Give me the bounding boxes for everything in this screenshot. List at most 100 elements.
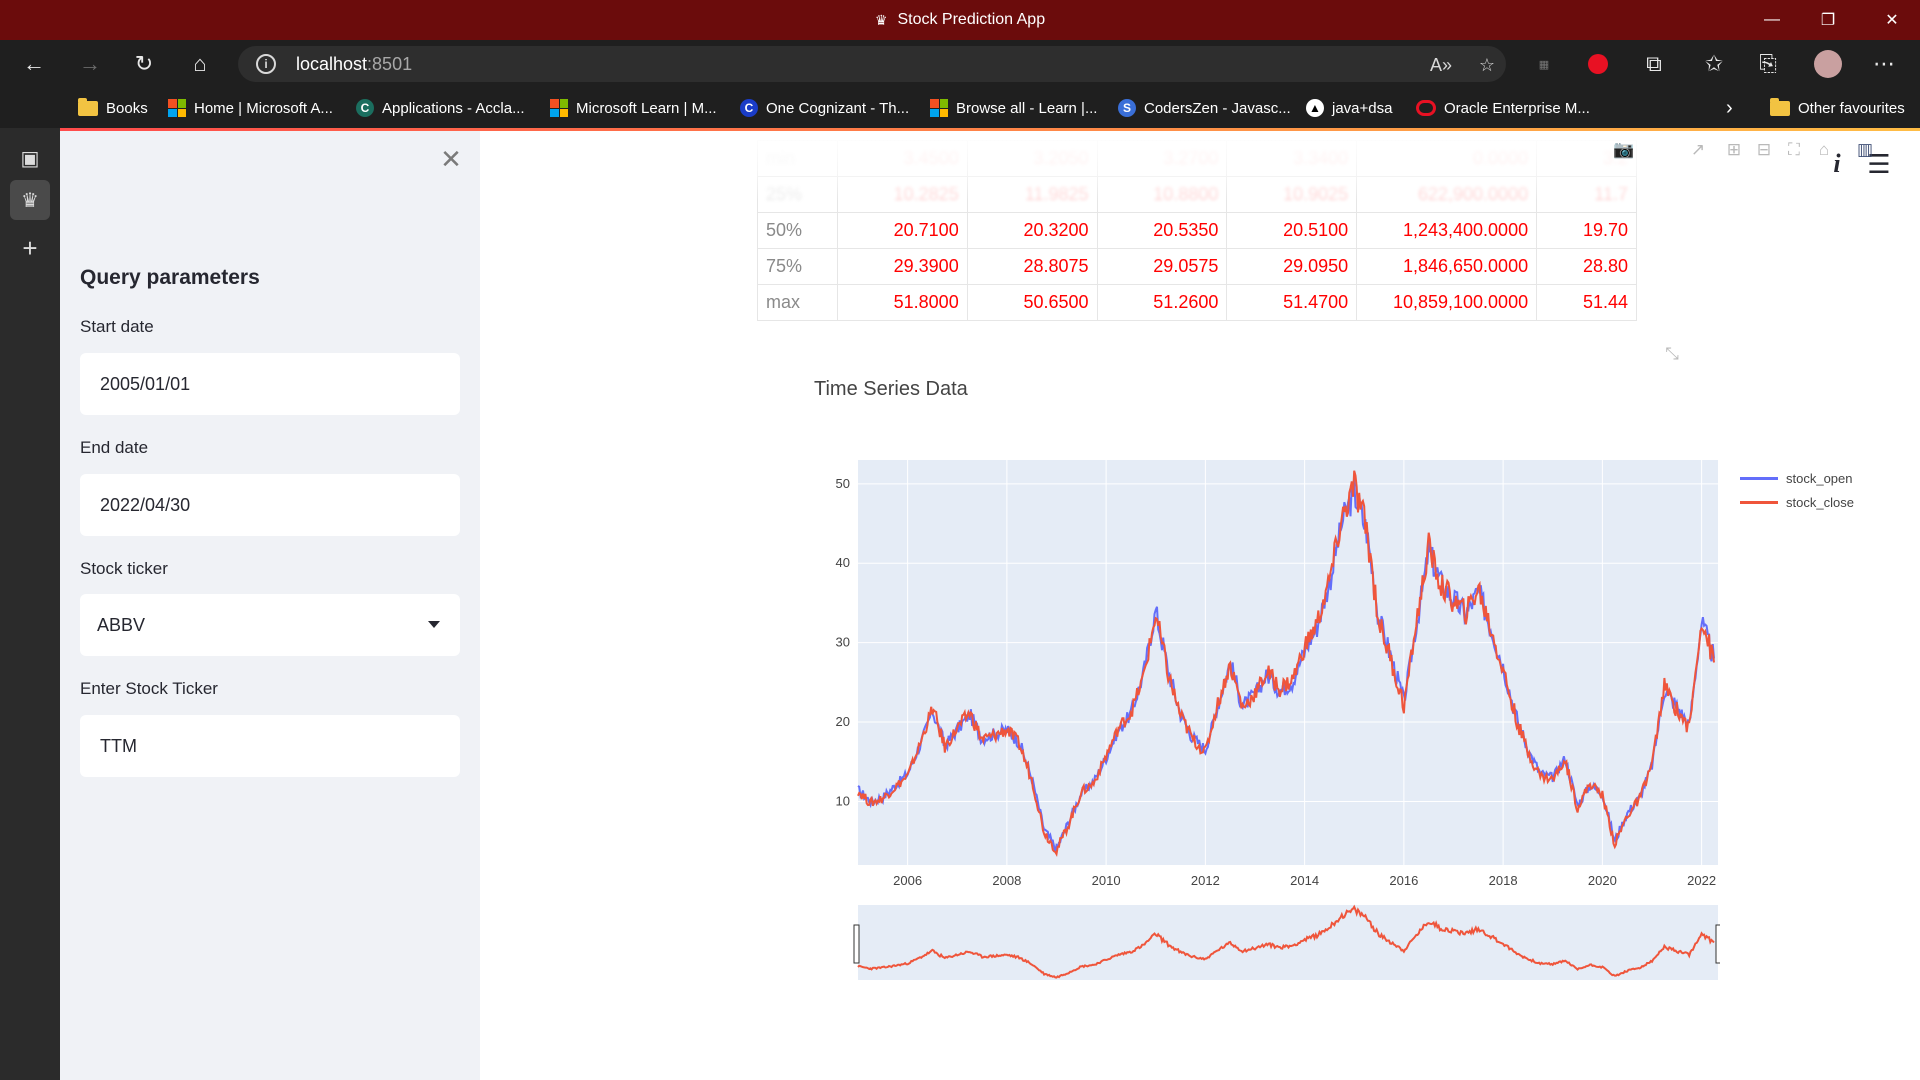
minimize-button[interactable]: — (1744, 0, 1800, 40)
tab-actions-icon[interactable]: ▣ (10, 138, 50, 178)
fav-microsoft-learn[interactable]: Microsoft Learn | M... (550, 96, 717, 120)
url-text[interactable]: localhost:8501 (296, 54, 412, 75)
back-icon[interactable]: ← (16, 46, 52, 82)
chevron-down-icon (428, 621, 440, 628)
window-titlebar: ♛ Stock Prediction App — ❐ ✕ (0, 0, 1920, 40)
window-title-text: Stock Prediction App (897, 11, 1046, 28)
url-port: :8501 (367, 54, 413, 74)
time-series-chart[interactable]: 10 20 30 40 50 2006 2008 2010 2012 2014 2016 2018 20… (820, 440, 1720, 1000)
legend-item-stock-open[interactable]: stock_open (1740, 468, 1853, 488)
add-favourite-icon[interactable]: ☆ (1476, 54, 1498, 76)
close-window-button[interactable]: ✕ (1864, 0, 1920, 40)
stats-cell: 1,846,650.0000 (1356, 248, 1538, 285)
fav-label: Other favourites (1798, 99, 1905, 117)
triangle-icon: ▲ (1306, 99, 1324, 117)
more-favourites-chevron-icon[interactable]: › (1726, 96, 1733, 120)
stock-ticker-select[interactable]: ABBV (80, 594, 460, 656)
favourites-bar: Books Home | Microsoft A... C Application… (0, 88, 1920, 128)
legend-swatch (1740, 476, 1778, 480)
enter-ticker-label: Enter Stock Ticker (80, 679, 218, 698)
pan-icon[interactable]: ↗ (1686, 138, 1710, 162)
get-crx-icon[interactable]: ▦ (1526, 46, 1562, 82)
reset-axes-home-icon[interactable]: ⌂ (1812, 138, 1836, 162)
camera-icon[interactable]: 📷 (1612, 138, 1636, 162)
stats-cell: 20.7100 (836, 212, 968, 249)
extensions-puzzle-icon[interactable]: ⧉ (1636, 46, 1672, 82)
fav-label: Books (106, 99, 148, 117)
home-icon[interactable]: ⌂ (182, 46, 218, 82)
fav-home-microsoft[interactable]: Home | Microsoft A... (168, 96, 333, 120)
forward-icon[interactable]: → (72, 46, 108, 82)
range-slider-left-handle[interactable] (853, 924, 860, 964)
stats-cell: 19.70 (1536, 212, 1637, 249)
fav-books[interactable]: Books (78, 96, 148, 120)
window-title: ♛ Stock Prediction App (0, 0, 1920, 40)
microsoft-icon (168, 99, 186, 117)
stats-cell: 29.3900 (836, 248, 968, 285)
read-aloud-icon[interactable]: A» (1430, 54, 1452, 76)
stats-cell: 51.44 (1536, 284, 1637, 321)
fav-label: Home | Microsoft A... (194, 99, 333, 117)
legend-item-stock-close[interactable]: stock_close (1740, 492, 1854, 512)
sidebar-title: Query parameters (80, 266, 260, 289)
stats-cell: 20.3200 (966, 212, 1098, 249)
zoom-out-icon[interactable]: ⊟ (1752, 138, 1776, 162)
restore-button[interactable]: ❐ (1800, 0, 1856, 40)
fav-other-favourites[interactable]: Other favourites (1770, 96, 1905, 120)
stats-cell: 28.8075 (966, 248, 1098, 285)
stats-cell: 28.80 (1536, 248, 1637, 285)
x-tick-label: 2008 (992, 873, 1021, 888)
stats-cell: 29.0575 (1096, 248, 1228, 285)
fav-browse-all[interactable]: Browse all - Learn |... (930, 96, 1097, 120)
close-sidebar-icon[interactable]: ✕ (437, 144, 465, 174)
settings-more-icon[interactable]: ⋯ (1866, 46, 1902, 82)
y-tick-label: 20 (836, 714, 850, 729)
oracle-icon (1416, 100, 1436, 116)
range-slider-right-handle[interactable] (1715, 924, 1720, 964)
stats-table: min3.45003.20503.27003.34000.00003.225%1… (757, 131, 1637, 331)
chart-title: Time Series Data (814, 378, 968, 400)
zoom-icon[interactable]: ⤡ (1660, 342, 1684, 366)
extension-red-icon[interactable] (1580, 46, 1616, 82)
stats-cell: 50.6500 (966, 284, 1098, 321)
folder-icon (78, 97, 98, 116)
address-bar[interactable]: i localhost:8501 A» ☆ (238, 46, 1506, 82)
stock-ticker-value: ABBV (97, 614, 146, 635)
autoscale-icon[interactable]: ⛶ (1782, 138, 1806, 162)
stats-cell: 29.0950 (1226, 248, 1358, 285)
streamlit-crown-icon: ♛ (874, 11, 888, 28)
start-date-input[interactable]: 2005/01/01 (80, 353, 460, 415)
site-info-icon[interactable]: i (256, 54, 276, 74)
stats-row-label: max (757, 284, 838, 321)
plot-area[interactable] (858, 460, 1718, 865)
microsoft-icon (550, 99, 568, 117)
enter-ticker-input[interactable]: TTM (80, 715, 460, 777)
plotly-logo-icon[interactable]: ▥ (1853, 138, 1877, 162)
range-slider[interactable] (858, 905, 1718, 980)
fav-coderszen[interactable]: S CodersZen - Javasc... (1118, 96, 1291, 120)
fav-java-dsa[interactable]: ▲ java+dsa (1306, 96, 1392, 120)
fav-one-cognizant[interactable]: C One Cognizant - Th... (740, 96, 909, 120)
zoom-in-icon[interactable]: ⊞ (1722, 138, 1746, 162)
collections-icon[interactable]: ⎘ (1750, 46, 1786, 82)
profile-avatar[interactable] (1810, 46, 1846, 82)
end-date-input[interactable]: 2022/04/30 (80, 474, 460, 536)
fav-label: java+dsa (1332, 99, 1393, 117)
stats-row: max 51.8000 50.6500 51.2600 51.4700 10,859,10… (757, 284, 1637, 321)
legend-label: stock_open (1786, 470, 1853, 486)
new-tab-icon[interactable]: + (10, 228, 50, 268)
stats-cell: 10,859,100.0000 (1356, 284, 1538, 321)
fav-label: Browse all - Learn |... (956, 99, 1098, 117)
stock-ticker-label: Stock ticker (80, 559, 168, 578)
x-tick-label: 2022 (1687, 873, 1716, 888)
fav-applications[interactable]: C Applications - Accla... (356, 96, 525, 120)
refresh-icon[interactable]: ↻ (126, 46, 162, 82)
stats-cell: 20.5350 (1096, 212, 1228, 249)
favourites-icon[interactable]: ✩ (1696, 46, 1732, 82)
x-tick-label: 2016 (1389, 873, 1418, 888)
fav-oracle[interactable]: Oracle Enterprise M... (1416, 96, 1590, 120)
microsoft-icon (930, 99, 948, 117)
tab-streamlit-icon[interactable]: ♛ (10, 180, 50, 220)
stats-cell: 51.4700 (1226, 284, 1358, 321)
y-tick-label: 30 (836, 635, 850, 650)
